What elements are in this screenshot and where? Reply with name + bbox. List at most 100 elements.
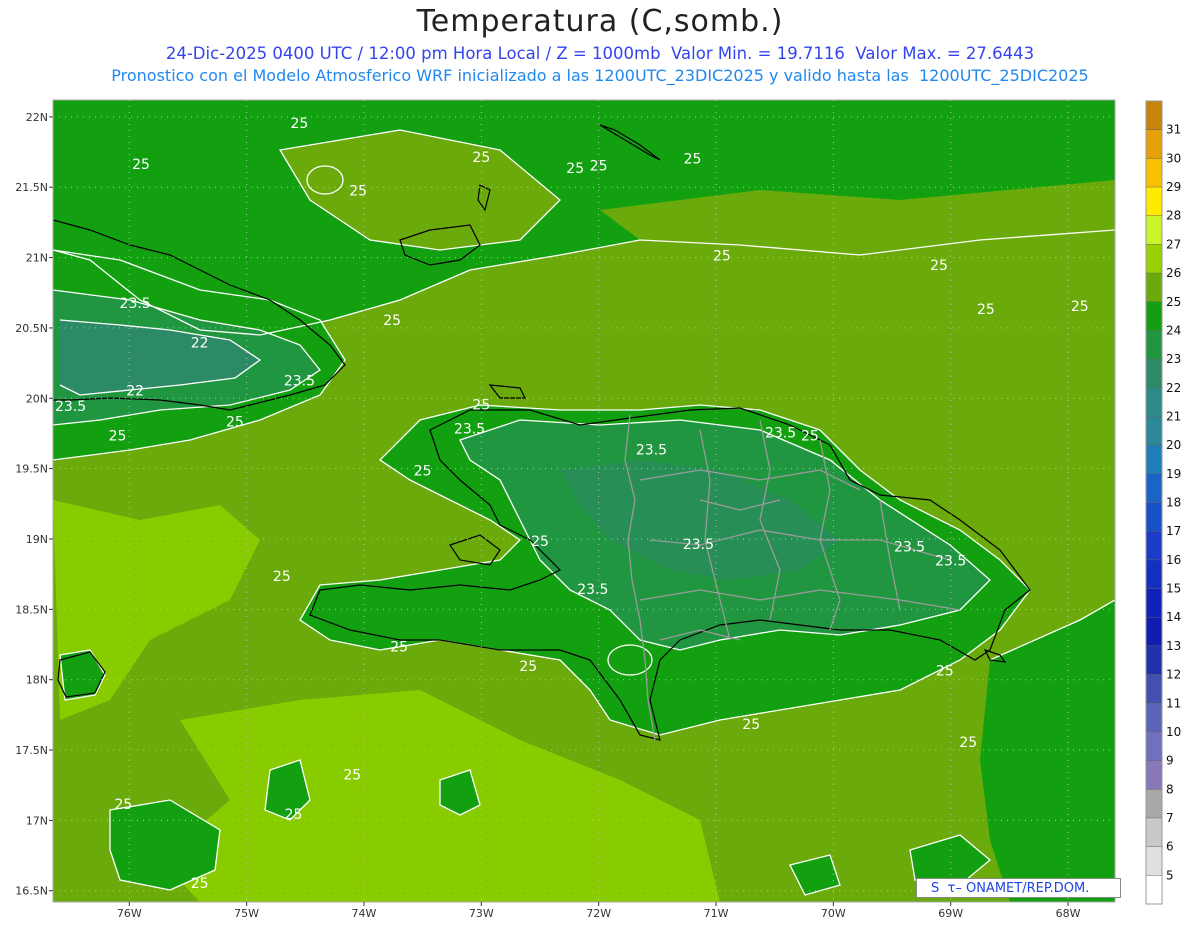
lat-label: 21N xyxy=(26,252,48,265)
colorbar-swatch xyxy=(1146,445,1162,475)
colorbar-swatch xyxy=(1146,617,1162,647)
colorbar-label: 22 xyxy=(1166,381,1181,395)
contour-label: 25 xyxy=(977,302,995,318)
lon-label: 73W xyxy=(469,907,494,920)
colorbar-swatch xyxy=(1146,301,1162,331)
lon-label: 68W xyxy=(1056,907,1081,920)
colorbar-label: 23 xyxy=(1166,352,1181,366)
colorbar-swatch xyxy=(1146,559,1162,589)
contour-label: 23.5 xyxy=(636,443,667,459)
colorbar-label: 12 xyxy=(1166,668,1181,682)
contour-label: 23.5 xyxy=(284,374,315,390)
colorbar-label: 6 xyxy=(1166,840,1174,854)
contour-label: 25 xyxy=(713,248,731,264)
contour-label: 25 xyxy=(226,414,244,430)
colorbar-swatch xyxy=(1146,273,1162,303)
contour-label: 25 xyxy=(349,184,367,200)
colorbar-swatch xyxy=(1146,531,1162,561)
colorbar-swatch xyxy=(1146,731,1162,761)
contour-label: 25 xyxy=(519,659,537,675)
colorbar-label: 19 xyxy=(1166,467,1181,481)
lat-label: 20.5N xyxy=(15,322,48,335)
colorbar-label: 5 xyxy=(1166,868,1174,882)
colorbar-swatch xyxy=(1146,703,1162,733)
colorbar-swatch xyxy=(1146,359,1162,389)
contour-label: 25 xyxy=(590,158,608,174)
lat-label: 17N xyxy=(26,814,48,827)
colorbar-label: 13 xyxy=(1166,639,1181,653)
contour-label: 25 xyxy=(531,534,549,550)
contour-label: 25 xyxy=(414,464,432,480)
lat-label: 19N xyxy=(26,533,48,546)
colorbar-swatch xyxy=(1146,215,1162,245)
contour-label: 23.5 xyxy=(765,426,796,442)
latitude-labels: 22N 21.5N 21N 20.5N 20N 19.5N 19N 18.5N 18N 17.5N… xyxy=(15,111,53,898)
contour-label: 25 xyxy=(191,876,209,892)
contour-label: 23.5 xyxy=(894,540,925,556)
colorbar-label: 18 xyxy=(1166,496,1181,510)
lat-label: 22N xyxy=(26,111,48,124)
colorbar-label: 11 xyxy=(1166,696,1181,710)
contour-label: 25 xyxy=(472,398,490,414)
contour-label: 23.5 xyxy=(120,296,151,312)
lon-label: 69W xyxy=(938,907,963,920)
colorbar-swatch xyxy=(1146,502,1162,532)
lat-label: 16.5N xyxy=(15,885,48,898)
credit-label: S τ– ONAMET/REP.DOM. xyxy=(916,878,1121,898)
colorbar-label: 7 xyxy=(1166,811,1174,825)
lon-label: 74W xyxy=(352,907,377,920)
contour-label: 25 xyxy=(390,640,408,656)
contour-label: 23.5 xyxy=(454,421,485,437)
contour-label: 25 xyxy=(936,663,954,679)
colorbar-swatch xyxy=(1146,387,1162,417)
contour-label: 23.5 xyxy=(683,537,714,553)
colorbar-label: 25 xyxy=(1166,295,1181,309)
contour-label: 25 xyxy=(959,735,977,751)
contour-label: 25 xyxy=(1071,299,1089,315)
lon-label: 75W xyxy=(234,907,259,920)
colorbar-swatch xyxy=(1146,789,1162,819)
longitude-labels: 76W 75W 74W 73W 72W 71W 70W 69W 68W xyxy=(117,902,1081,920)
colorbar-swatch xyxy=(1146,244,1162,274)
colorbar-label: 31 xyxy=(1166,123,1181,137)
contour-label: 25 xyxy=(273,569,291,585)
lat-label: 18.5N xyxy=(15,603,48,616)
colorbar-label: 20 xyxy=(1166,438,1181,452)
contour-label: 25 xyxy=(566,161,584,177)
colorbar-swatch xyxy=(1146,187,1162,217)
colorbar-swatch xyxy=(1146,101,1162,130)
contour-label: 25 xyxy=(132,157,150,173)
colorbar-swatch xyxy=(1146,846,1162,876)
lat-label: 17.5N xyxy=(15,744,48,757)
colorbar-swatch xyxy=(1146,330,1162,360)
contour-label: 23.5 xyxy=(55,399,86,415)
contour-label: 25 xyxy=(930,258,948,274)
colorbar-label: 16 xyxy=(1166,553,1181,567)
lon-label: 71W xyxy=(704,907,729,920)
contour-label: 25 xyxy=(742,717,760,733)
colorbar-swatch xyxy=(1146,674,1162,704)
lon-label: 70W xyxy=(821,907,846,920)
colorbar-label: 10 xyxy=(1166,725,1181,739)
colorbar-label: 27 xyxy=(1166,237,1181,251)
colorbar-label: 24 xyxy=(1166,323,1181,337)
lat-label: 19.5N xyxy=(15,463,48,476)
colorbar-swatch xyxy=(1146,158,1162,188)
colorbar-label: 8 xyxy=(1166,782,1174,796)
contour-label: 22 xyxy=(126,383,144,399)
contour-label: 25 xyxy=(684,151,702,167)
colorbar-swatch xyxy=(1146,645,1162,675)
colorbar-swatch xyxy=(1146,760,1162,790)
colorbar-label: 14 xyxy=(1166,610,1181,624)
contour-label: 25 xyxy=(383,313,401,329)
colorbar-swatch xyxy=(1146,588,1162,618)
colorbar-label: 21 xyxy=(1166,409,1181,423)
colorbar-swatch xyxy=(1146,416,1162,446)
lon-label: 72W xyxy=(586,907,611,920)
contour-label: 25 xyxy=(114,797,132,813)
contour-label: 25 xyxy=(801,428,819,444)
contour-label: 25 xyxy=(109,428,127,444)
contour-label: 25 xyxy=(285,807,303,823)
colorbar-swatch xyxy=(1146,129,1162,159)
lat-label: 21.5N xyxy=(15,181,48,194)
